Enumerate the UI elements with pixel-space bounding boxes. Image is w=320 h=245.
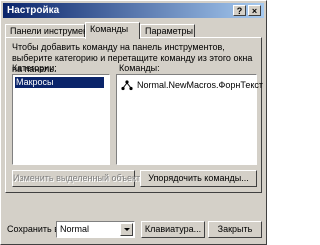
modify-selection-button[interactable]: Изменить выделенный объект	[12, 170, 151, 187]
category-item-macros[interactable]: Макросы	[15, 77, 104, 88]
command-label: Normal.NewMacros.ФорнТекст	[137, 80, 263, 90]
macro-icon	[121, 80, 133, 91]
keyboard-button[interactable]: Клавиатура...	[141, 221, 205, 238]
close-button[interactable]: Закрыть	[208, 221, 262, 238]
tab-options[interactable]: Параметры	[140, 24, 195, 38]
dialog-title: Настройка	[7, 5, 60, 16]
chevron-down-icon	[124, 228, 130, 231]
help-button[interactable]: ?	[233, 5, 246, 16]
customize-dialog: Настройка ? × Панели инструментов Команд…	[0, 0, 267, 245]
categories-list[interactable]: Макросы	[12, 74, 110, 165]
modify-selection-label: Изменить выделенный объект	[13, 173, 141, 183]
tab-toolbars[interactable]: Панели инструментов	[5, 24, 102, 38]
rearrange-commands-button[interactable]: Упорядочить команды...	[140, 170, 257, 187]
tab-commands[interactable]: Команды	[85, 22, 140, 39]
save-in-value: Normal	[60, 224, 90, 234]
categories-label: Категории:	[12, 63, 57, 73]
close-window-button[interactable]: ×	[248, 5, 261, 16]
commands-list[interactable]: Normal.NewMacros.ФорнТекст	[116, 74, 263, 165]
save-in-select[interactable]: Normal	[56, 221, 135, 238]
title-bar[interactable]: Настройка ? ×	[3, 3, 264, 18]
save-in-dropdown-button[interactable]	[120, 223, 133, 236]
commands-label: Команды:	[119, 63, 160, 73]
commands-panel: Чтобы добавить команду на панель инструм…	[5, 37, 263, 193]
save-in-label: Сохранить в:	[7, 224, 62, 234]
